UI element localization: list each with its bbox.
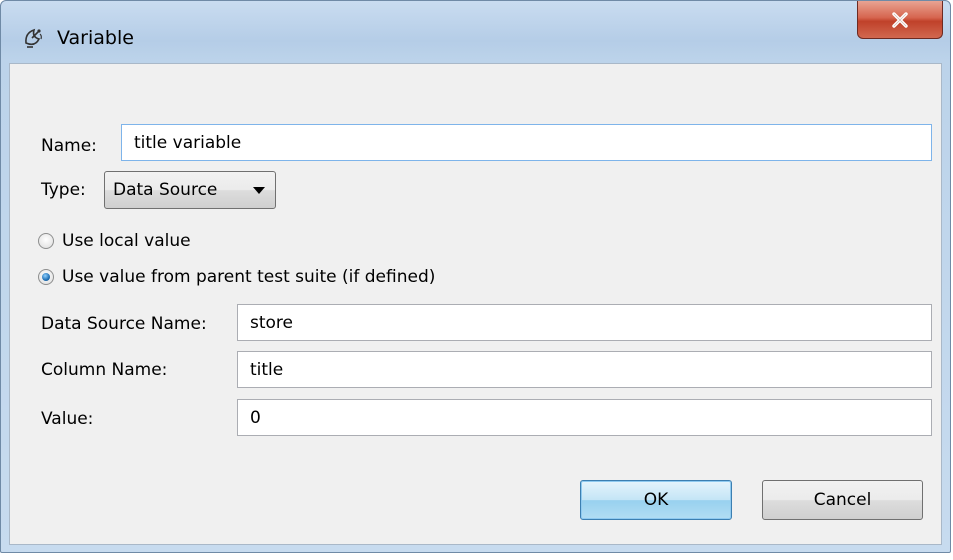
type-select[interactable]: Data Source bbox=[104, 171, 276, 209]
radio-use-parent[interactable]: Use value from parent test suite (if def… bbox=[38, 267, 435, 287]
radio-parent-indicator[interactable] bbox=[38, 269, 54, 285]
data-source-name-label: Data Source Name: bbox=[41, 314, 207, 334]
radio-local-label: Use local value bbox=[62, 231, 191, 251]
radio-use-local[interactable]: Use local value bbox=[38, 231, 191, 251]
ok-button[interactable]: OK bbox=[580, 480, 732, 520]
dialog-body: Name: Type: Data Source Use local value … bbox=[9, 63, 942, 545]
name-input[interactable] bbox=[121, 124, 932, 161]
window-title: Variable bbox=[57, 27, 134, 49]
radio-parent-label: Use value from parent test suite (if def… bbox=[62, 267, 436, 287]
close-icon bbox=[891, 11, 909, 28]
value-input[interactable] bbox=[237, 399, 932, 436]
radio-local-indicator[interactable] bbox=[38, 233, 54, 249]
column-name-input[interactable] bbox=[237, 351, 932, 388]
satellite-dish-icon bbox=[23, 27, 45, 49]
data-source-name-input[interactable] bbox=[237, 304, 932, 341]
close-button[interactable] bbox=[857, 1, 943, 39]
value-label: Value: bbox=[41, 409, 94, 429]
dialog-window: Variable Name: Type: Data Source Use loc… bbox=[0, 0, 951, 553]
title-bar[interactable]: Variable bbox=[1, 1, 950, 63]
cancel-button[interactable]: Cancel bbox=[762, 480, 923, 520]
type-label: Type: bbox=[41, 180, 86, 200]
chevron-down-icon bbox=[253, 187, 265, 194]
name-label: Name: bbox=[41, 136, 97, 156]
column-name-label: Column Name: bbox=[41, 360, 168, 380]
type-select-value: Data Source bbox=[113, 180, 218, 200]
